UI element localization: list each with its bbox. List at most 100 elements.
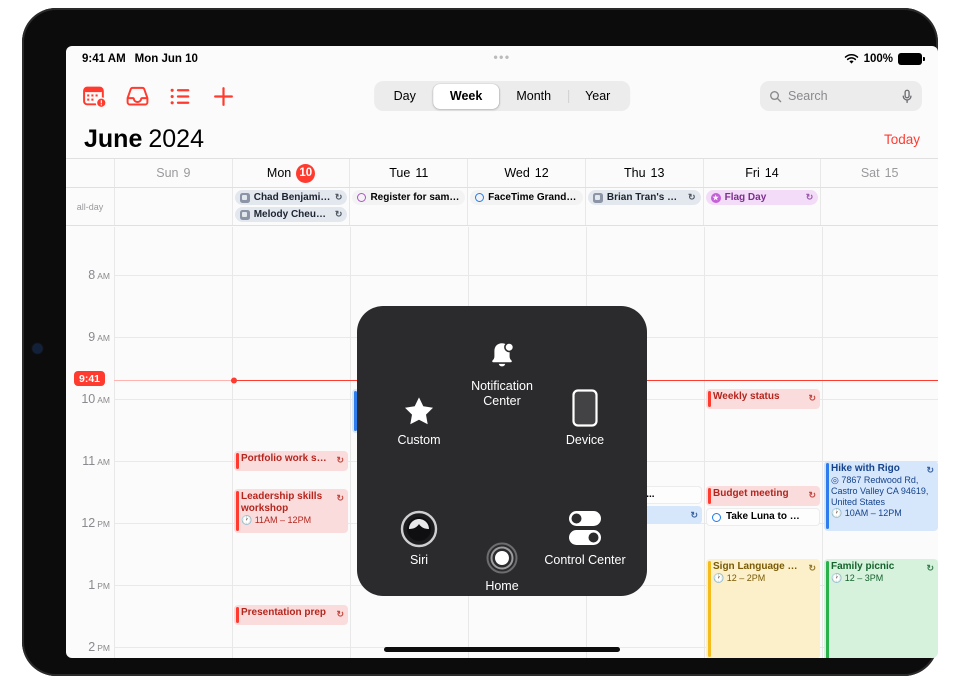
all-day-col-tue[interactable]: Register for samb...: [349, 188, 467, 225]
all-day-col-sun[interactable]: [114, 188, 232, 225]
hour-number: 9: [88, 330, 96, 344]
event-presentation-prep[interactable]: ↻ Presentation prep: [234, 605, 348, 625]
event-time: 🕐 10AM – 12PM: [831, 508, 902, 518]
wifi-icon: [844, 53, 858, 64]
event-title: Melody Cheung...: [253, 209, 331, 220]
birthday-cake-icon: [239, 209, 250, 220]
hour-number: 8: [88, 268, 96, 282]
hour-meridiem: PM: [97, 519, 110, 529]
list-icon[interactable]: [168, 84, 193, 109]
day-header-tue[interactable]: Tue 11: [349, 159, 467, 187]
event-title: Chad Benjamin...: [253, 192, 331, 203]
search-placeholder: Search: [788, 89, 828, 103]
add-icon[interactable]: [211, 84, 236, 109]
all-day-col-mon[interactable]: Chad Benjamin... ↻ Melody Cheung... ↻: [231, 188, 350, 225]
all-day-event[interactable]: ★ Flag Day ↻: [705, 190, 819, 205]
day-header-sat[interactable]: Sat 15: [820, 159, 938, 187]
day-header-wed[interactable]: Wed 12: [467, 159, 585, 187]
search-field[interactable]: Search: [760, 81, 922, 111]
event-budget-meeting[interactable]: ↻ Budget meeting: [706, 486, 820, 506]
event-hike-with-rigo[interactable]: ↻ Hike with Rigo ◎ 7867 Redwood Rd, Cast…: [824, 461, 938, 531]
day-header-thu[interactable]: Thu 13: [584, 159, 703, 187]
all-day-event[interactable]: Chad Benjamin... ↻: [234, 190, 348, 205]
day-name: Sun: [156, 166, 179, 180]
all-day-col-thu[interactable]: Brian Tran's Birt... ↻: [584, 188, 703, 225]
view-option-year[interactable]: Year: [568, 84, 627, 109]
assistive-touch-menu[interactable]: Notification Center Custom Device Siri H…: [357, 306, 647, 596]
day-name: Thu: [624, 166, 646, 180]
event-time-text: 10AM – 12PM: [844, 508, 902, 518]
repeat-icon: ↻: [690, 510, 698, 520]
all-day-reminder[interactable]: FaceTime Grandma: [470, 190, 583, 205]
event-portfolio-work-session[interactable]: ↻ Portfolio work ses...: [234, 451, 348, 471]
status-bar-right: 100%: [844, 53, 925, 65]
reminder-circle-icon[interactable]: [357, 193, 367, 202]
repeat-icon: ↻: [808, 490, 816, 500]
today-button[interactable]: Today: [884, 132, 920, 147]
repeat-icon: ↻: [336, 609, 344, 619]
event-title: Flag Day: [724, 192, 767, 203]
day-name: Fri: [745, 166, 760, 180]
inbox-icon[interactable]: [125, 84, 150, 109]
home-indicator[interactable]: [384, 647, 620, 652]
holiday-star-icon: ★: [710, 192, 721, 203]
day-header-sun[interactable]: Sun 9: [114, 159, 232, 187]
event-family-picnic[interactable]: ↻ Family picnic 🕐 12 – 3PM: [824, 559, 938, 658]
assistive-item-label: Siri: [409, 553, 429, 567]
all-day-reminder[interactable]: Register for samb...: [352, 190, 466, 205]
event-sign-language-club[interactable]: ↻ Sign Language Club 🕐 12 – 2PM: [706, 559, 820, 658]
day-number: 13: [650, 166, 665, 180]
day-number: 9: [183, 166, 191, 180]
view-option-month[interactable]: Month: [499, 84, 568, 109]
column-line: [114, 227, 115, 658]
multitask-dots-icon[interactable]: •••: [493, 50, 510, 64]
all-day-event[interactable]: Brian Tran's Birt... ↻: [587, 190, 701, 205]
view-option-week[interactable]: Week: [432, 83, 500, 109]
event-title: Family picnic: [831, 561, 895, 572]
title-row: June 2024 Today: [66, 120, 938, 158]
assistive-item-home[interactable]: Home: [454, 528, 550, 594]
day-header-fri[interactable]: Fri 14: [702, 159, 821, 187]
today-badge: 10: [296, 163, 316, 183]
day-number: 14: [764, 166, 779, 180]
event-title: Take Luna to the vet: [726, 511, 814, 522]
all-day-col-sat[interactable]: [820, 188, 938, 225]
repeat-icon: ↻: [808, 563, 816, 573]
reminder-circle-icon[interactable]: [475, 193, 485, 202]
calendar-alert-icon[interactable]: [82, 84, 107, 109]
day-header-mon[interactable]: Mon 10: [231, 159, 350, 187]
event-leadership-skills-workshop[interactable]: ↻ Leadership skills workshop 🕐 11AM – 12…: [234, 489, 348, 533]
repeat-icon: ↻: [808, 393, 816, 403]
event-take-luna-to-the-vet[interactable]: Take Luna to the vet: [706, 508, 820, 526]
hour-number: 11: [82, 454, 96, 468]
hour-number: 10: [81, 392, 96, 406]
assistive-item-label: Device: [565, 433, 605, 447]
hour-meridiem: AM: [97, 271, 110, 281]
device-icon: [537, 382, 633, 428]
event-color-bar: [826, 463, 829, 529]
page-title-year: 2024: [148, 124, 204, 153]
view-mode-segmented-control[interactable]: Day Week Month Year: [374, 81, 630, 111]
hour-label-9am: 9 AM: [66, 330, 110, 344]
event-title: Hike with Rigo: [831, 463, 900, 474]
all-day-col-wed[interactable]: FaceTime Grandma: [467, 188, 585, 225]
current-time-pill: 9:41: [74, 371, 106, 386]
current-time-dot: [231, 377, 237, 384]
event-time: 🕐 11AM – 12PM: [241, 515, 312, 525]
status-bar: 9:41 AM Mon Jun 10 ••• 100%: [66, 46, 938, 72]
repeat-icon: ↻: [688, 192, 696, 202]
assistive-item-custom[interactable]: Custom: [371, 382, 467, 448]
assistive-item-control-center[interactable]: Control Center: [537, 502, 633, 568]
toggles-icon: [537, 502, 633, 548]
all-day-col-fri[interactable]: ★ Flag Day ↻: [702, 188, 821, 225]
assistive-item-notification-center[interactable]: Notification Center: [454, 328, 550, 409]
assistive-item-device[interactable]: Device: [537, 382, 633, 448]
all-day-event[interactable]: Melody Cheung... ↻: [234, 207, 348, 222]
column-line: [350, 227, 351, 658]
view-option-day[interactable]: Day: [377, 84, 433, 109]
hour-meridiem: AM: [97, 457, 110, 467]
microphone-icon[interactable]: [901, 89, 913, 104]
event-weekly-status[interactable]: ↻ Weekly status: [706, 389, 820, 409]
reminder-circle-icon[interactable]: [712, 512, 721, 522]
assistive-item-siri[interactable]: Siri: [371, 502, 467, 568]
